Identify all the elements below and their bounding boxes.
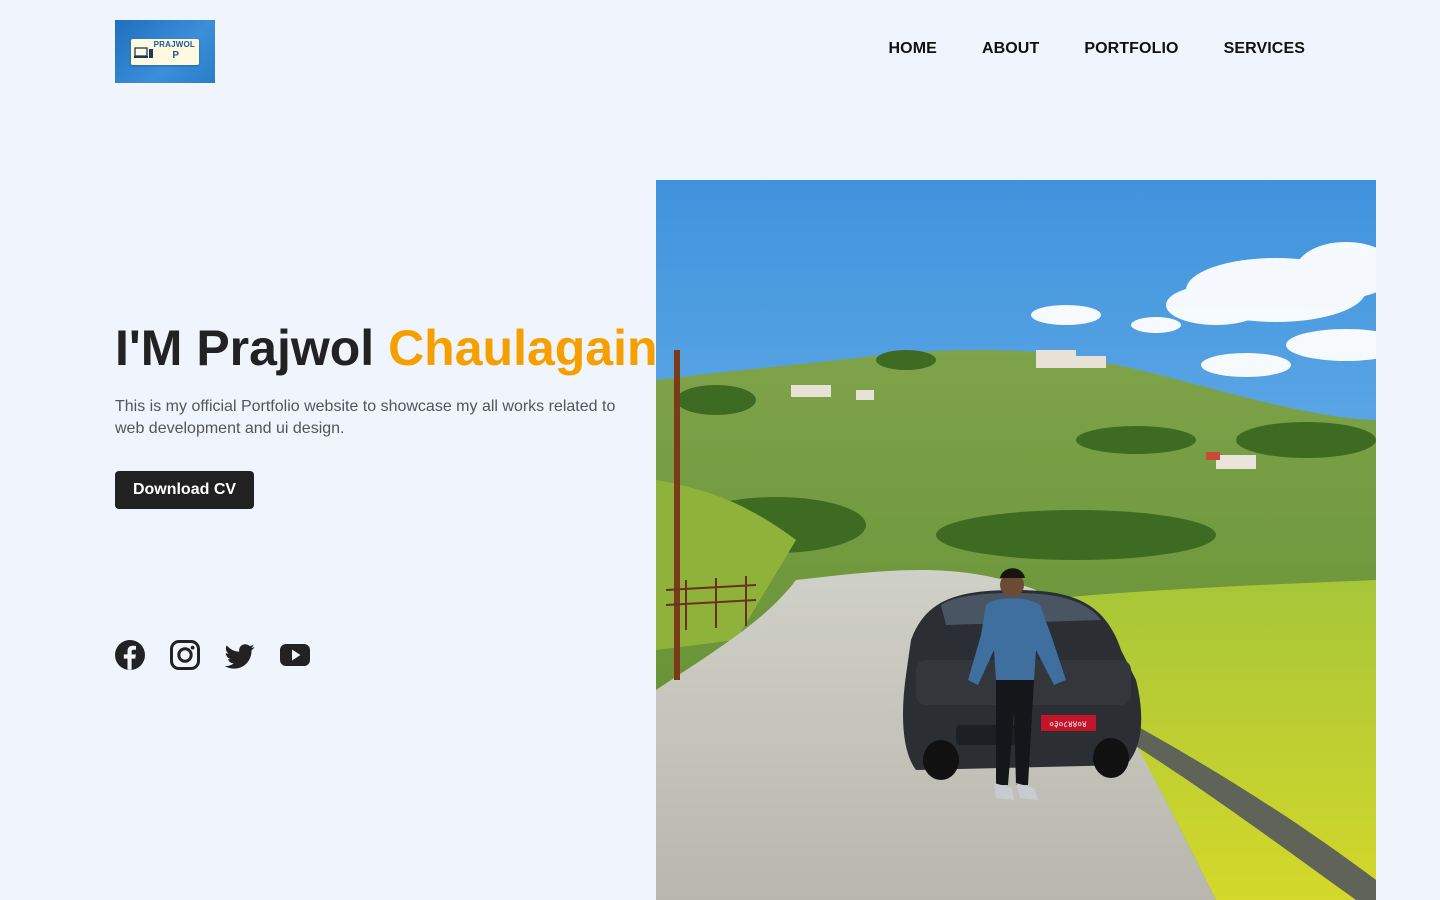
facebook-link[interactable] bbox=[115, 639, 145, 671]
hero-title: I'M Prajwol Chaulagain bbox=[115, 318, 658, 378]
logo-badge: PRAJWOL P bbox=[131, 38, 199, 65]
nav-portfolio[interactable]: PORTFOLIO bbox=[1084, 40, 1178, 58]
facebook-icon bbox=[115, 640, 145, 670]
instagram-link[interactable] bbox=[170, 639, 200, 671]
plate-text: ०३०८४४०४ bbox=[1049, 720, 1087, 730]
logo-mark: P bbox=[172, 49, 179, 61]
main-nav: HOME ABOUT PORTFOLIO SERVICES bbox=[889, 40, 1305, 58]
instagram-icon bbox=[170, 640, 200, 670]
social-links bbox=[115, 639, 310, 671]
hero-title-name: I'M Prajwol bbox=[115, 320, 375, 376]
youtube-icon bbox=[280, 644, 310, 666]
twitter-link[interactable] bbox=[225, 639, 255, 671]
nav-about[interactable]: ABOUT bbox=[982, 40, 1039, 58]
hero-title-accent: Chaulagain bbox=[388, 320, 658, 376]
twitter-icon bbox=[225, 644, 255, 669]
download-cv-button[interactable]: Download CV bbox=[115, 471, 254, 509]
laptop-icon bbox=[134, 46, 153, 58]
nav-home[interactable]: HOME bbox=[889, 40, 937, 58]
person-with-car-photo: ०३०८४४०४ bbox=[656, 180, 1376, 900]
nav-services[interactable]: SERVICES bbox=[1224, 40, 1305, 58]
logo-text: PRAJWOL bbox=[153, 39, 195, 49]
site-logo[interactable]: PRAJWOL P bbox=[115, 20, 215, 83]
youtube-link[interactable] bbox=[280, 639, 310, 671]
hero-photo: ०३०८४४०४ bbox=[656, 180, 1376, 900]
hero-description: This is my official Portfolio website to… bbox=[115, 398, 616, 437]
